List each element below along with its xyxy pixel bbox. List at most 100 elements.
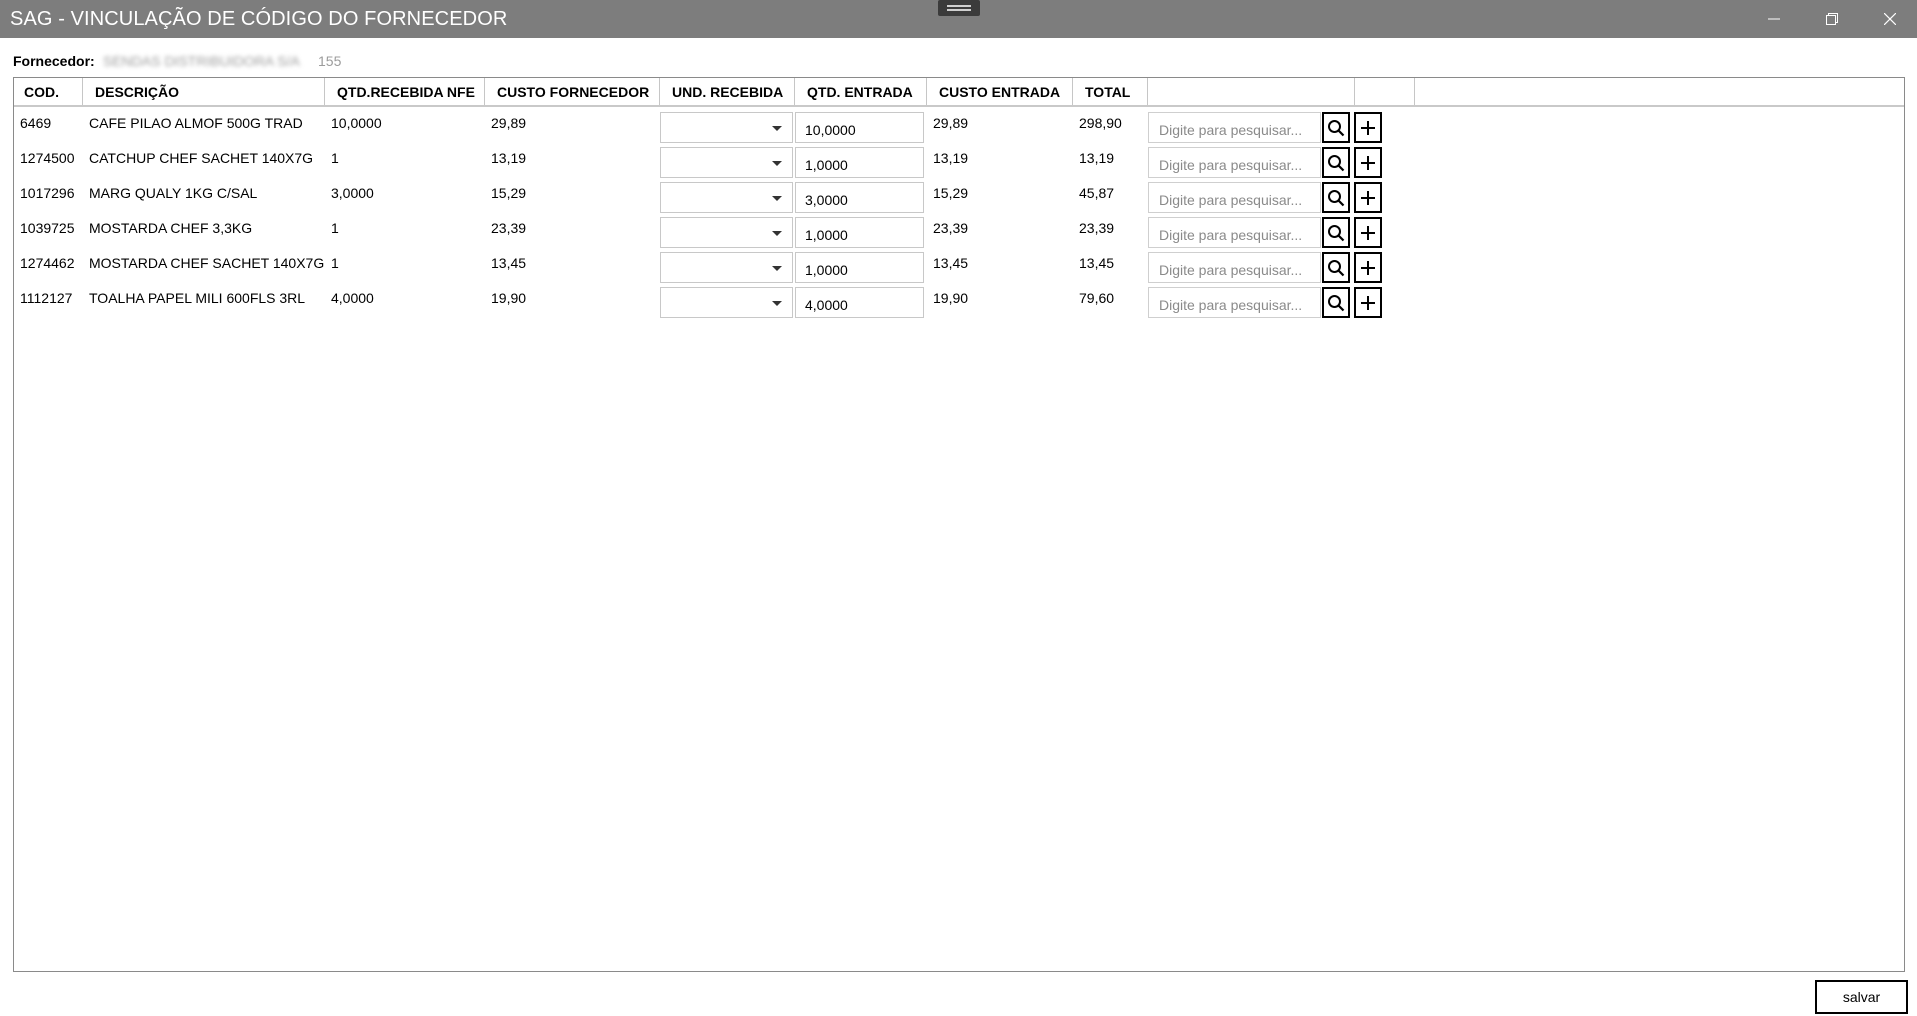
save-button[interactable]: salvar (1815, 980, 1908, 1014)
restore-button[interactable] (1804, 0, 1860, 38)
cell-custo-fornecedor: 15,29 (491, 185, 527, 201)
add-button[interactable] (1354, 287, 1382, 318)
cell-total: 45,87 (1079, 185, 1115, 201)
und-recebida-select[interactable] (660, 147, 793, 178)
cell-cod: 1274462 (20, 255, 75, 271)
table-row[interactable]: 1274500 CATCHUP CHEF SACHET 140X7G 1 13,… (14, 144, 1904, 179)
plus-icon (1361, 225, 1375, 240)
chevron-down-icon (772, 266, 782, 271)
plus-icon (1361, 190, 1375, 205)
col-header-qtd-recebida-nfe[interactable]: QTD.RECEBIDA NFE (325, 78, 485, 105)
close-icon (1884, 13, 1896, 25)
cell-custo-entrada: 29,89 (933, 115, 969, 131)
qtd-entrada-input[interactable]: 1,0000 (795, 252, 924, 283)
search-button[interactable] (1322, 147, 1350, 178)
search-button[interactable] (1322, 112, 1350, 143)
col-header-search[interactable] (1148, 78, 1355, 105)
minimize-icon (1768, 18, 1780, 20)
search-icon (1328, 259, 1345, 276)
cell-total: 13,45 (1079, 255, 1115, 271)
product-search-input[interactable]: Digite para pesquisar... (1148, 252, 1321, 283)
product-search-input[interactable]: Digite para pesquisar... (1148, 147, 1321, 178)
cell-total: 13,19 (1079, 150, 1115, 166)
product-search-input[interactable]: Digite para pesquisar... (1148, 287, 1321, 318)
window-title: SAG - VINCULAÇÃO DE CÓDIGO DO FORNECEDOR (10, 8, 508, 30)
product-search-input[interactable]: Digite para pesquisar... (1148, 112, 1321, 143)
qtd-entrada-input[interactable]: 3,0000 (795, 182, 924, 213)
und-recebida-select[interactable] (660, 112, 793, 143)
qtd-entrada-input[interactable]: 10,0000 (795, 112, 924, 143)
cell-total: 298,90 (1079, 115, 1122, 131)
search-button[interactable] (1322, 287, 1350, 318)
qtd-entrada-input[interactable]: 1,0000 (795, 147, 924, 178)
plus-icon (1361, 155, 1375, 170)
table-row[interactable]: 1274462 MOSTARDA CHEF SACHET 140X7G 1 13… (14, 249, 1904, 284)
add-button[interactable] (1354, 182, 1382, 213)
qtd-entrada-input[interactable]: 1,0000 (795, 217, 924, 248)
add-button[interactable] (1354, 112, 1382, 143)
cell-cod: 1274500 (20, 150, 75, 166)
search-button[interactable] (1322, 217, 1350, 248)
cell-custo-entrada: 23,39 (933, 220, 969, 236)
col-header-actions[interactable] (1355, 78, 1415, 105)
col-header-descricao[interactable]: DESCRIÇÃO (83, 78, 325, 105)
cell-cod: 1112127 (20, 290, 73, 306)
col-header-total[interactable]: TOTAL (1073, 78, 1148, 105)
col-header-und-recebida[interactable]: UND. RECEBIDA (660, 78, 795, 105)
cell-cod: 1039725 (20, 220, 75, 236)
close-button[interactable] (1862, 0, 1917, 38)
cell-descricao: MOSTARDA CHEF 3,3KG (89, 220, 253, 236)
und-recebida-select[interactable] (660, 182, 793, 213)
col-header-custo-entrada[interactable]: CUSTO ENTRADA (927, 78, 1073, 105)
cell-qtd-recebida-nfe: 1 (331, 255, 339, 271)
minimize-button[interactable] (1746, 0, 1802, 38)
add-button[interactable] (1354, 147, 1382, 178)
chevron-down-icon (772, 231, 782, 236)
search-icon (1328, 294, 1345, 311)
chevron-down-icon (772, 126, 782, 131)
table-row[interactable]: 1039725 MOSTARDA CHEF 3,3KG 1 23,39 1,00… (14, 214, 1904, 249)
fornecedor-label: Fornecedor: (13, 53, 95, 69)
und-recebida-select[interactable] (660, 252, 793, 283)
cell-custo-fornecedor: 13,19 (491, 150, 527, 166)
table-row[interactable]: 1017296 MARG QUALY 1KG C/SAL 3,0000 15,2… (14, 179, 1904, 214)
cell-qtd-recebida-nfe: 3,0000 (331, 185, 374, 201)
und-recebida-select[interactable] (660, 287, 793, 318)
chevron-down-icon (772, 161, 782, 166)
add-button[interactable] (1354, 217, 1382, 248)
product-search-input[interactable]: Digite para pesquisar... (1148, 182, 1321, 213)
cell-qtd-recebida-nfe: 1 (331, 220, 339, 236)
col-header-qtd-entrada[interactable]: QTD. ENTRADA (795, 78, 927, 105)
plus-icon (1361, 120, 1375, 135)
search-icon (1328, 154, 1345, 171)
cell-qtd-recebida-nfe: 4,0000 (331, 290, 374, 306)
cell-custo-entrada: 13,45 (933, 255, 969, 271)
table-row[interactable]: 1112127 TOALHA PAPEL MILI 600FLS 3RL 4,0… (14, 284, 1904, 319)
col-header-cod[interactable]: COD. (14, 78, 83, 105)
col-header-custo-fornecedor[interactable]: CUSTO FORNECEDOR (485, 78, 660, 105)
add-button[interactable] (1354, 252, 1382, 283)
cell-custo-fornecedor: 29,89 (491, 115, 527, 131)
search-icon (1328, 224, 1345, 241)
cell-descricao: MARG QUALY 1KG C/SAL (89, 185, 258, 201)
items-grid: COD. DESCRIÇÃO QTD.RECEBIDA NFE CUSTO FO… (13, 77, 1905, 972)
chevron-down-icon (772, 301, 782, 306)
cell-descricao: MOSTARDA CHEF SACHET 140X7G (89, 255, 325, 271)
cell-custo-entrada: 19,90 (933, 290, 969, 306)
product-search-input[interactable]: Digite para pesquisar... (1148, 217, 1321, 248)
und-recebida-select[interactable] (660, 217, 793, 248)
fornecedor-value-suffix: 155 (318, 53, 342, 69)
drag-handle-icon[interactable] (938, 0, 980, 16)
cell-descricao: TOALHA PAPEL MILI 600FLS 3RL (89, 290, 306, 306)
fornecedor-value: SENDAS DISTRIBUIDORA S/A (103, 53, 300, 69)
restore-icon (1826, 13, 1838, 25)
cell-descricao: CATCHUP CHEF SACHET 140X7G (89, 150, 314, 166)
search-icon (1328, 119, 1345, 136)
table-row[interactable]: 6469 CAFE PILAO ALMOF 500G TRAD 10,0000 … (14, 109, 1904, 144)
title-bar: SAG - VINCULAÇÃO DE CÓDIGO DO FORNECEDOR (0, 0, 1917, 38)
qtd-entrada-input[interactable]: 4,0000 (795, 287, 924, 318)
search-button[interactable] (1322, 252, 1350, 283)
search-button[interactable] (1322, 182, 1350, 213)
search-icon (1328, 189, 1345, 206)
plus-icon (1361, 295, 1375, 310)
